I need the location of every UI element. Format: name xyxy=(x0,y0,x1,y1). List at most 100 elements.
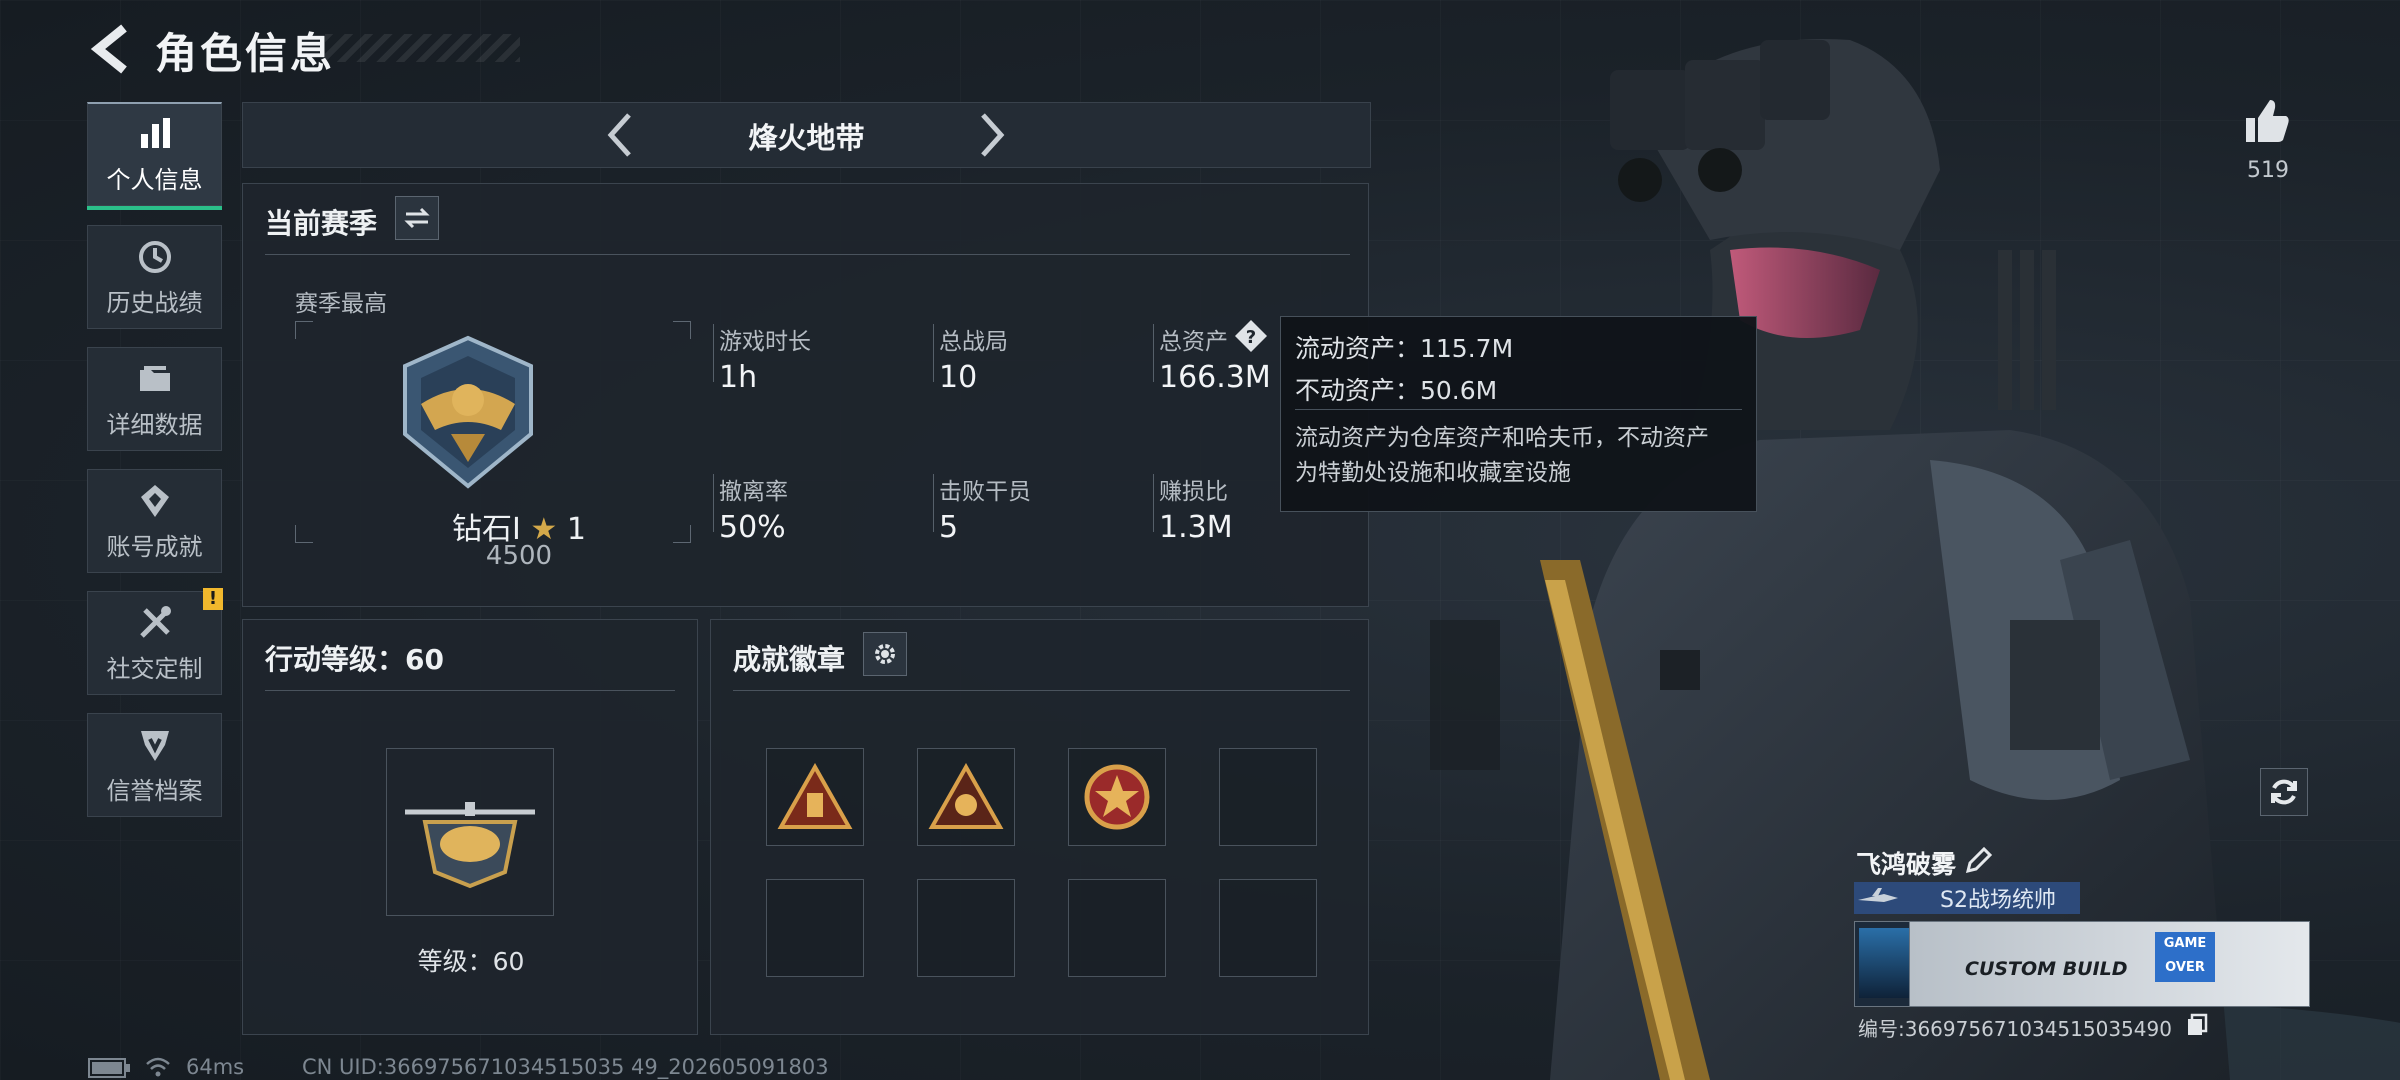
badge-settings-button[interactable] xyxy=(863,632,907,676)
sidebar-item-label: 个人信息 xyxy=(106,166,203,194)
helicopter-emblem-icon xyxy=(405,802,535,889)
next-mode-icon[interactable] xyxy=(971,109,1011,161)
stat-label: 击败干员 xyxy=(939,479,1031,505)
page-title: 角色信息 xyxy=(155,29,336,78)
player-id: 编号:366975671034515035490 xyxy=(1858,1017,2172,1041)
player-title: S2战场统帅 xyxy=(1940,888,2056,913)
sidebar-item-history[interactable]: 历史战绩 xyxy=(87,225,222,329)
badge-slot-empty[interactable] xyxy=(766,879,864,977)
achievement-badges-panel: 成就徽章 xyxy=(710,619,1369,1035)
player-title-bar: S2战场统帅 xyxy=(1854,882,2080,914)
sidebar-item-label: 详细数据 xyxy=(106,410,203,439)
stat-value: 50% xyxy=(719,510,786,545)
badge-slot[interactable] xyxy=(1068,748,1166,846)
sidebar-item-label: 历史战绩 xyxy=(106,288,203,317)
card-game-over: GAME OVER xyxy=(2155,932,2215,982)
stat-divider xyxy=(933,474,934,532)
gear-icon xyxy=(875,644,895,664)
title-decoration xyxy=(325,34,520,62)
rank-score: 4500 xyxy=(485,541,553,571)
switch-season-button[interactable] xyxy=(395,196,439,240)
like-count: 519 xyxy=(2247,158,2289,183)
stat-value: 1h xyxy=(719,360,758,395)
badge-slot-empty[interactable] xyxy=(1219,879,1317,977)
stat-value: 1.3M xyxy=(1159,510,1233,545)
stat-divider xyxy=(1153,324,1154,382)
like-icon[interactable] xyxy=(2242,96,2292,146)
copy-icon[interactable] xyxy=(2186,1013,2208,1037)
action-level-panel: 行动等级：60 等级：60 xyxy=(242,619,698,1035)
stat-label: 总战局 xyxy=(939,329,1008,355)
help-icon[interactable]: ? xyxy=(1233,318,1269,354)
history-icon xyxy=(135,237,175,277)
player-card: 飞鸿破雾 S2战场统帅 CUSTOM BUILD GAME OVER 编号:36… xyxy=(1852,845,2312,1055)
action-level-text: 等级：60 xyxy=(417,947,525,976)
tooltip-description-line: 为特勤处设施和收藏室设施 xyxy=(1295,460,1571,486)
mode-name: 烽火地带 xyxy=(748,121,865,155)
badge-slot-empty[interactable] xyxy=(1219,748,1317,846)
ping-text: 64ms xyxy=(186,1055,245,1079)
folder-icon xyxy=(135,359,175,399)
warning-badge: ! xyxy=(203,588,223,610)
sidebar-item-label: 社交定制 xyxy=(106,654,203,683)
stat-label: 游戏时长 xyxy=(719,329,811,355)
section-divider xyxy=(265,254,1350,255)
battery-icon xyxy=(88,1058,130,1078)
diamond-rank-emblem-icon xyxy=(403,335,533,489)
back-arrow-icon[interactable] xyxy=(88,22,134,76)
stat-label: 赚损比 xyxy=(1159,479,1228,505)
card-portrait xyxy=(1859,928,1909,998)
stat-divider xyxy=(1153,474,1154,532)
stat-value: 5 xyxy=(939,510,959,545)
badge-slot[interactable] xyxy=(917,748,1015,846)
uid-text: CN UID:366975671034515035 49_20260509180… xyxy=(302,1055,829,1079)
tools-icon xyxy=(135,603,175,643)
player-name: 飞鸿破雾 xyxy=(1856,850,1957,879)
refresh-icon xyxy=(2271,779,2297,805)
sidebar-item-label: 信誉档案 xyxy=(106,776,203,805)
card-text: CUSTOM BUILD xyxy=(1965,958,2128,980)
triangle-badge-icon xyxy=(777,763,853,829)
triangle-emblem-icon xyxy=(928,763,1004,829)
aircraft-icon xyxy=(1858,888,1898,902)
asset-tooltip: 流动资产：115.7M 不动资产：50.6M 流动资产为仓库资产和哈夫币，不动资… xyxy=(1280,316,1757,512)
tooltip-fixed-assets: 不动资产：50.6M xyxy=(1295,376,1498,405)
badge-slot-empty[interactable] xyxy=(1068,879,1166,977)
season-title: 当前赛季 xyxy=(265,207,378,240)
sidebar-item-credit-record[interactable]: 信誉档案 xyxy=(87,713,222,817)
stat-value: 10 xyxy=(939,360,978,395)
star-medal-icon xyxy=(1084,764,1150,830)
sidebar-item-label: 账号成就 xyxy=(106,532,203,561)
sidebar-item-achievements[interactable]: 账号成就 xyxy=(87,469,222,573)
stat-divider xyxy=(713,324,714,382)
badge-slot-empty[interactable] xyxy=(917,879,1015,977)
edit-name-icon[interactable] xyxy=(1964,845,1994,875)
achievement-icon xyxy=(135,481,175,521)
refresh-button[interactable] xyxy=(2260,768,2308,816)
season-panel: 当前赛季 赛季最高 钻石Ⅰ ★ 1 4500 游戏时长 1h 总战局 10 总资… xyxy=(242,183,1369,607)
stat-value: 166.3M xyxy=(1159,360,1271,395)
stat-divider xyxy=(933,324,934,382)
sidebar-item-detailed-data[interactable]: 详细数据 xyxy=(87,347,222,451)
mode-selector: 烽火地带 xyxy=(242,102,1371,168)
stat-divider xyxy=(713,474,714,532)
badges-title: 成就徽章 xyxy=(733,643,846,676)
badge-slot[interactable] xyxy=(766,748,864,846)
stat-label: 总资产 xyxy=(1159,329,1228,355)
tooltip-description-line: 流动资产为仓库资产和哈夫币，不动资产 xyxy=(1295,425,1709,451)
sidebar-item-social-custom[interactable]: 社交定制 ! xyxy=(87,588,223,695)
bar-chart-icon xyxy=(135,114,175,154)
section-divider xyxy=(733,690,1350,691)
tooltip-divider xyxy=(1295,409,1742,410)
tooltip-liquid-assets: 流动资产：115.7M xyxy=(1295,334,1514,363)
player-name-card: CUSTOM BUILD GAME OVER xyxy=(1854,921,2310,1007)
sidebar-item-personal-info[interactable]: 个人信息 xyxy=(87,102,222,210)
wifi-icon xyxy=(146,1057,170,1077)
svg-text:?: ? xyxy=(1246,327,1256,348)
action-level-emblem-frame xyxy=(386,748,554,916)
credit-icon xyxy=(135,725,175,765)
stat-label: 撤离率 xyxy=(719,479,788,505)
swap-icon xyxy=(404,207,430,229)
season-best-label: 赛季最高 xyxy=(295,291,387,317)
action-level-title: 行动等级：60 xyxy=(265,643,444,676)
